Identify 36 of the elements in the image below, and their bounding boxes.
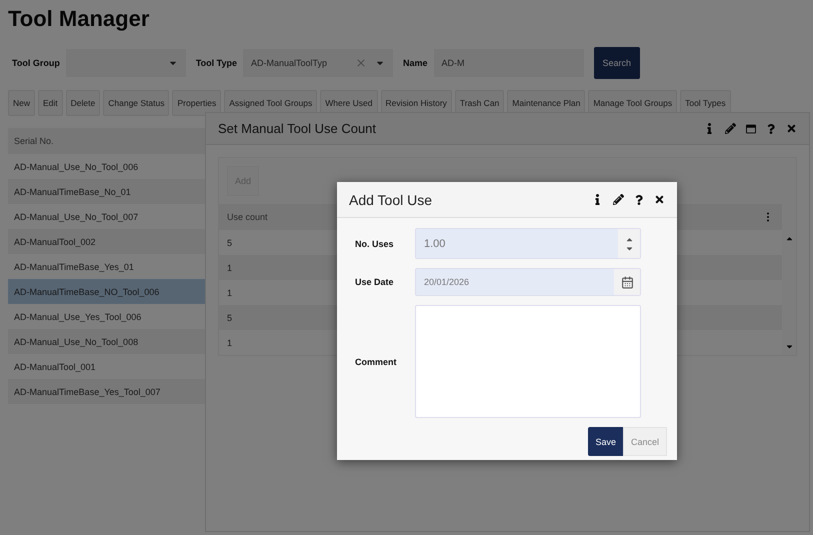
filter-label: Name [403, 58, 428, 68]
table-row[interactable]: AD-ManualTimeBase_Yes_Tool_007 [8, 379, 206, 404]
table-row[interactable]: AD-ManualTool_002 [8, 229, 206, 254]
toolbar-button[interactable]: Delete [66, 90, 100, 116]
calendar-icon[interactable] [614, 269, 640, 295]
dropdown-field[interactable]: AD-ManualToolTyp [243, 49, 393, 77]
column-title: Use count [227, 212, 268, 222]
dropdown-field[interactable] [66, 49, 186, 77]
field-label: No. Uses [355, 238, 395, 248]
column-header: Serial No. [8, 128, 206, 154]
cancel-button[interactable]: Cancel [622, 427, 667, 456]
maximize-icon[interactable] [746, 124, 756, 134]
help-icon[interactable] [634, 194, 644, 204]
filter-label: Tool Type [196, 58, 237, 68]
field-label: Use Date [355, 277, 395, 287]
dialog-title: Add Tool Use [349, 192, 434, 208]
name-field[interactable]: AD-M [434, 49, 584, 77]
toolbar-button[interactable]: Edit [38, 90, 63, 116]
comment-field[interactable] [415, 305, 641, 418]
pencil-icon[interactable] [613, 194, 624, 205]
toolbar-button[interactable]: New [8, 90, 36, 116]
table-row[interactable]: AD-ManualTimeBase_NO_Tool_006 [8, 279, 206, 304]
toolbar-button[interactable]: Properties [172, 90, 222, 116]
toolbar-button[interactable]: Change Status [103, 90, 170, 116]
close-icon[interactable] [654, 194, 665, 205]
number-field[interactable]: 1.00 [415, 228, 641, 259]
dialog-title: Set Manual Tool Use Count [218, 121, 378, 136]
page-title: Tool Manager [8, 6, 150, 32]
table-row[interactable]: AD-Manual_Use_No_Tool_008 [8, 329, 206, 354]
search-button[interactable]: Search [594, 47, 640, 79]
filter-label: Tool Group [12, 58, 60, 68]
field-label: Comment [355, 356, 398, 366]
date-field[interactable]: 20/01/2026 [415, 268, 641, 296]
save-button[interactable]: Save [588, 427, 623, 456]
table-row[interactable]: AD-ManualTimeBase_No_01 [8, 179, 206, 204]
spinner-icon[interactable] [618, 229, 640, 258]
